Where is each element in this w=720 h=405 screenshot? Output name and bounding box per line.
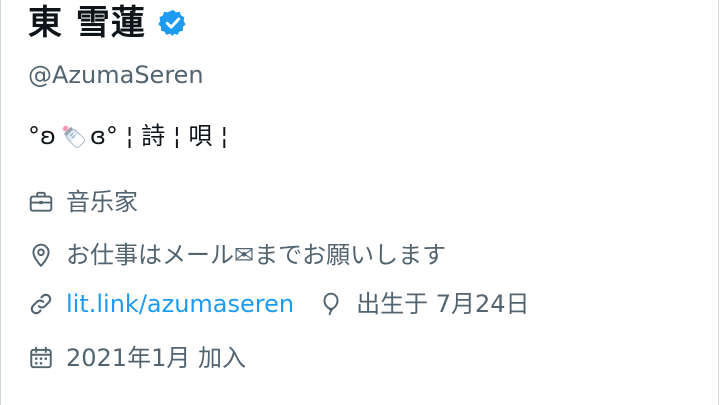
- user-handle: @AzumaSeren: [28, 61, 204, 89]
- website-row: lit.link/azumaseren 出生于 7月24日: [28, 286, 530, 322]
- birthday-text: 出生于 7月24日: [356, 290, 530, 318]
- website-link[interactable]: lit.link/azumaseren: [66, 286, 294, 322]
- link-icon: [28, 291, 54, 317]
- location-text: お仕事はメール✉までお願いします: [66, 241, 447, 269]
- bio-prefix: °ʚ: [28, 122, 56, 150]
- location-pin-icon: [28, 242, 54, 268]
- profile-panel: 東 雪蓮 @AzumaSeren °ʚ ɞ° ¦ 詩 ¦ 唄 ¦ 音乐家 お仕事…: [0, 0, 719, 405]
- name-row: 東 雪蓮: [28, 0, 188, 46]
- location-row: お仕事はメール✉までお願いします: [28, 237, 446, 273]
- profession-text: 音乐家: [66, 188, 138, 216]
- briefcase-icon: [28, 189, 54, 215]
- calendar-icon: [28, 345, 54, 371]
- baby-bottle-icon: [58, 121, 88, 151]
- verified-badge-icon[interactable]: [158, 8, 188, 38]
- bio-suffix: ɞ° ¦ 詩 ¦ 唄 ¦: [89, 122, 229, 150]
- bio: °ʚ ɞ° ¦ 詩 ¦ 唄 ¦: [28, 118, 228, 154]
- birthday-item: 出生于 7月24日: [318, 286, 530, 322]
- profession-row: 音乐家: [28, 184, 138, 220]
- display-name: 東 雪蓮: [28, 3, 146, 43]
- joined-text: 2021年1月 加入: [66, 344, 246, 372]
- joined-row: 2021年1月 加入: [28, 340, 246, 376]
- balloon-icon: [318, 291, 344, 317]
